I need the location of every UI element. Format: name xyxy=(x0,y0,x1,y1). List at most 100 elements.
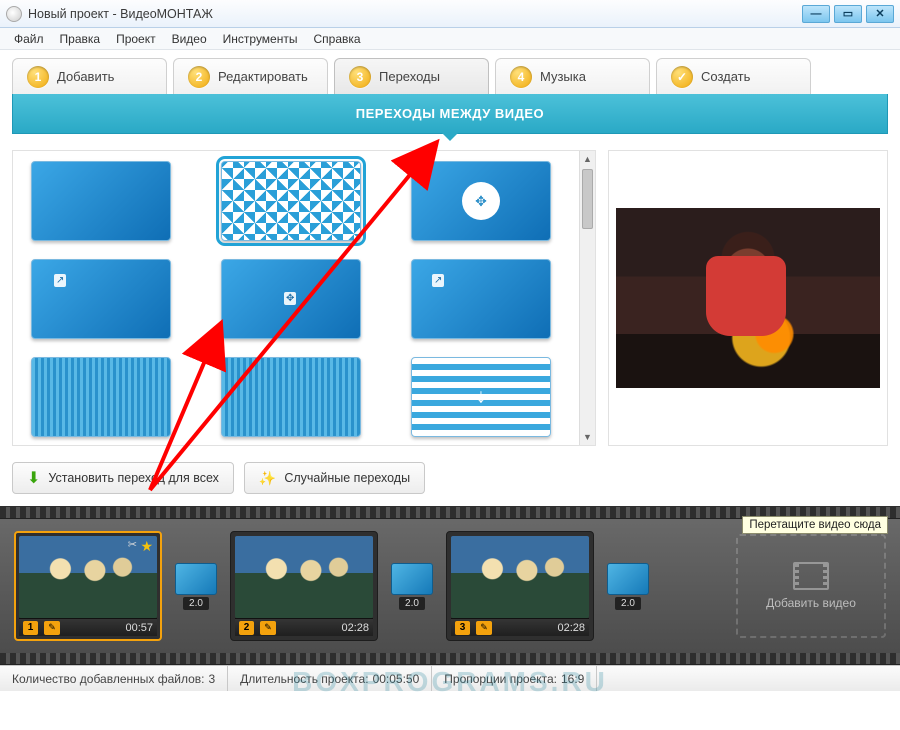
apply-all-button[interactable]: ⬇ Установить переход для всех xyxy=(12,462,234,494)
drop-zone-label: Добавить видео xyxy=(766,596,856,610)
step-label: Добавить xyxy=(57,69,114,84)
scroll-thumb[interactable] xyxy=(582,169,593,229)
transition-thumb[interactable]: ↓ xyxy=(411,357,551,437)
step-label: Создать xyxy=(701,69,750,84)
menu-project[interactable]: Проект xyxy=(108,30,164,48)
clip-thumbnail xyxy=(235,536,373,618)
transition-thumb[interactable] xyxy=(31,357,171,437)
clip-number: 2 xyxy=(239,621,254,635)
status-bar: Количество добавленных файлов: 3 Длитель… xyxy=(0,665,900,691)
grid-scrollbar[interactable]: ▲ ▼ xyxy=(579,151,595,445)
status-length-value: 00:05:50 xyxy=(373,672,420,686)
step-number-icon: 3 xyxy=(349,66,371,88)
clip-duration: 00:57 xyxy=(125,622,153,634)
move-icon: ✥ xyxy=(462,182,500,220)
banner-title: ПЕРЕХОДЫ МЕЖДУ ВИДЕО xyxy=(356,106,544,121)
menu-help[interactable]: Справка xyxy=(305,30,368,48)
step-label: Редактировать xyxy=(218,69,308,84)
transition-duration: 2.0 xyxy=(615,597,641,610)
transition-toolbar: ⬇ Установить переход для всех ✨ Случайны… xyxy=(0,454,900,506)
transition-duration: 2.0 xyxy=(399,597,425,610)
clip-duration: 02:28 xyxy=(341,622,369,634)
preview-frame xyxy=(616,208,880,388)
arrow-down-icon: ↓ xyxy=(476,386,486,409)
clip-number: 3 xyxy=(455,621,470,635)
maximize-button[interactable] xyxy=(834,5,862,23)
step-number-icon: 1 xyxy=(27,66,49,88)
edit-clip-button[interactable]: ✎ xyxy=(44,621,60,635)
menu-video[interactable]: Видео xyxy=(164,30,215,48)
edit-clip-button[interactable]: ✎ xyxy=(260,621,276,635)
transition-thumb[interactable]: ↗ xyxy=(31,259,171,339)
button-label: Случайные переходы xyxy=(284,471,410,485)
scissors-icon: ✂ xyxy=(128,538,137,551)
status-aspect-value: 16:9 xyxy=(561,672,584,686)
drop-zone[interactable]: Добавить видео xyxy=(736,534,886,638)
window-controls xyxy=(802,5,894,23)
menu-bar: Файл Правка Проект Видео Инструменты Спр… xyxy=(0,28,900,50)
clip-item[interactable]: 3 ✎ 02:28 xyxy=(446,531,594,641)
transition-chip[interactable]: 2.0 xyxy=(604,563,652,610)
window-title: Новый проект - ВидеоМОНТАЖ xyxy=(28,7,802,21)
transition-thumb[interactable]: ✥ xyxy=(221,259,361,339)
step-create[interactable]: ✓ Создать xyxy=(656,58,811,94)
clip-item[interactable]: ✂ ★ 1 ✎ 00:57 xyxy=(14,531,162,641)
preview-panel xyxy=(608,150,888,446)
status-aspect: Пропорции проекта: 16:9 xyxy=(432,666,597,691)
step-label: Музыка xyxy=(540,69,586,84)
app-icon xyxy=(6,6,22,22)
minimize-button[interactable] xyxy=(802,5,830,23)
transition-thumb[interactable]: ↗ xyxy=(411,259,551,339)
status-files: Количество добавленных файлов: 3 xyxy=(0,666,228,691)
workflow-steps: 1 Добавить 2 Редактировать 3 Переходы 4 … xyxy=(0,50,900,94)
transition-thumb-small xyxy=(391,563,433,595)
menu-file[interactable]: Файл xyxy=(6,30,52,48)
transition-thumb-selected[interactable] xyxy=(221,161,361,241)
transition-thumb[interactable]: ✥ xyxy=(411,161,551,241)
status-files-value: 3 xyxy=(208,672,215,686)
step-add[interactable]: 1 Добавить xyxy=(12,58,167,94)
transition-thumb-small xyxy=(175,563,217,595)
clip-thumbnail xyxy=(451,536,589,618)
transition-chip[interactable]: 2.0 xyxy=(172,563,220,610)
arrow-icon: ↗ xyxy=(54,274,66,287)
step-number-icon: 2 xyxy=(188,66,210,88)
scroll-up-icon[interactable]: ▲ xyxy=(580,151,595,167)
clip-duration: 02:28 xyxy=(557,622,585,634)
clip-item[interactable]: 2 ✎ 02:28 xyxy=(230,531,378,641)
random-transitions-button[interactable]: ✨ Случайные переходы xyxy=(244,462,425,494)
section-banner: ПЕРЕХОДЫ МЕЖДУ ВИДЕО xyxy=(12,94,888,134)
scroll-down-icon[interactable]: ▼ xyxy=(580,429,595,445)
preview-video[interactable] xyxy=(616,208,880,388)
film-icon xyxy=(793,562,829,590)
transitions-grid-panel: ✥ ↗ ✥ ↗ ↓ ▲ ▼ xyxy=(12,150,596,446)
transition-thumb[interactable] xyxy=(221,357,361,437)
step-music[interactable]: 4 Музыка xyxy=(495,58,650,94)
clip-number: 1 xyxy=(23,621,38,635)
step-label: Переходы xyxy=(379,69,440,84)
filmstrip-decoration xyxy=(0,653,900,665)
move-icon: ✥ xyxy=(284,292,296,305)
arrow-icon: ↗ xyxy=(432,274,444,287)
star-icon: ★ xyxy=(140,538,153,555)
step-edit[interactable]: 2 Редактировать xyxy=(173,58,328,94)
timeline[interactable]: ✂ ★ 1 ✎ 00:57 2.0 2 ✎ 02:28 xyxy=(0,519,900,653)
window-titlebar: Новый проект - ВидеоМОНТАЖ xyxy=(0,0,900,28)
drop-tooltip: Перетащите видео сюда xyxy=(742,516,888,534)
wand-icon: ✨ xyxy=(259,470,276,487)
step-check-icon: ✓ xyxy=(671,66,693,88)
edit-clip-button[interactable]: ✎ xyxy=(476,621,492,635)
transition-thumb-small xyxy=(607,563,649,595)
status-length: Длительность проекта: 00:05:50 xyxy=(228,666,432,691)
button-label: Установить переход для всех xyxy=(48,471,219,485)
transition-thumb[interactable] xyxy=(31,161,171,241)
menu-edit[interactable]: Правка xyxy=(52,30,109,48)
transition-duration: 2.0 xyxy=(183,597,209,610)
main-area: ✥ ↗ ✥ ↗ ↓ ▲ ▼ xyxy=(0,134,900,454)
close-button[interactable] xyxy=(866,5,894,23)
transition-chip[interactable]: 2.0 xyxy=(388,563,436,610)
menu-tools[interactable]: Инструменты xyxy=(215,30,306,48)
clip-thumbnail: ✂ ★ xyxy=(19,536,157,618)
step-transitions[interactable]: 3 Переходы xyxy=(334,58,489,94)
download-arrow-icon: ⬇ xyxy=(27,468,40,488)
